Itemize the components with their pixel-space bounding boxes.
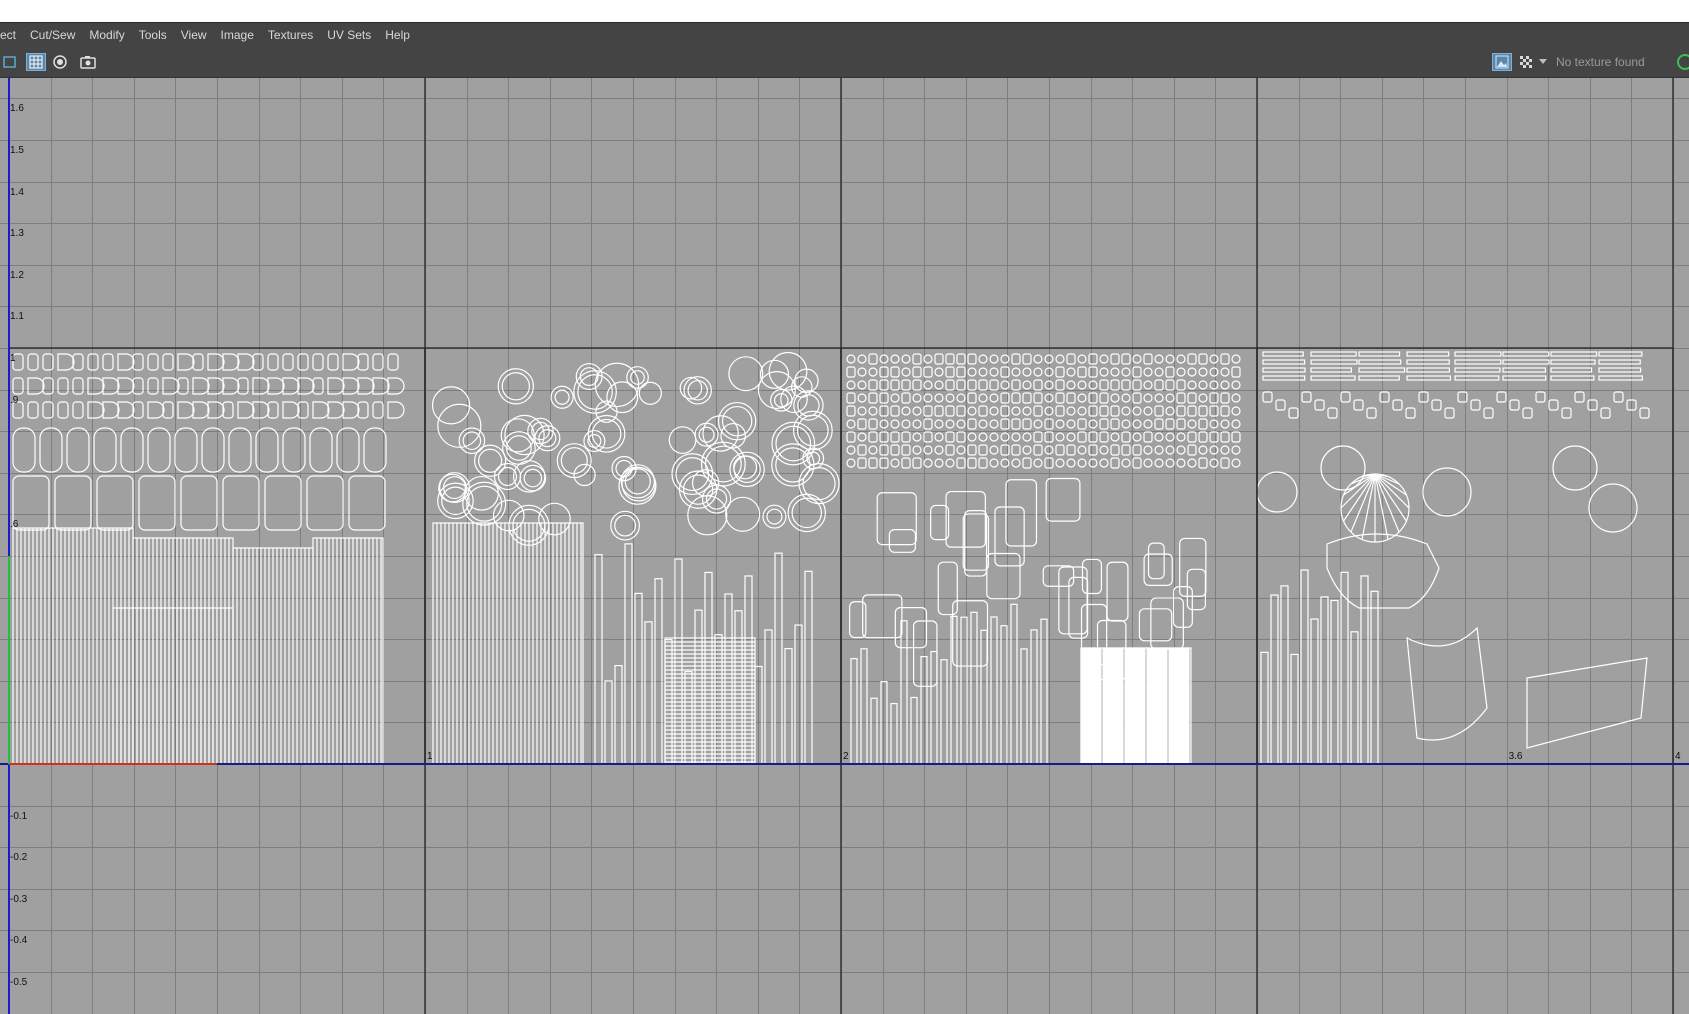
minor-grid [0, 78, 1689, 1014]
menu-view[interactable]: View [174, 23, 214, 47]
v-axis-label: -0.2 [10, 852, 28, 864]
v-axis-label: 1 [10, 353, 16, 364]
u-axis-label: 4 [1675, 751, 1681, 762]
uv-editor-viewport[interactable]: 1.6 1.5 1.4 1.3 1.2 1.1 1 .9 .6 -0.1 -0.2 -0.3 -0.4 -… [0, 78, 1689, 1014]
texture-status: No texture found [1556, 55, 1645, 69]
menu-bar: ect Cut/Sew Modify Tools View Image Textures UV… [0, 22, 1689, 46]
udim-1001-shells [12, 353, 405, 765]
uv-select-icon[interactable] [0, 53, 20, 71]
toolbar: No texture found [0, 46, 1689, 78]
image-display-icon[interactable] [1492, 53, 1512, 71]
menu-image[interactable]: Image [214, 23, 261, 47]
menu-tools[interactable]: Tools [132, 23, 174, 47]
v-axis-label: 1.3 [10, 228, 24, 240]
menu-help[interactable]: Help [378, 23, 417, 47]
u-axis-label: 3.6 [1508, 751, 1523, 762]
udim-1002-shells [431, 351, 840, 765]
menu-textures[interactable]: Textures [261, 23, 320, 47]
menu-ect[interactable]: ect [0, 23, 23, 47]
shaded-uv-icon[interactable] [50, 53, 70, 71]
v-axis-label: 1.2 [10, 269, 24, 281]
v-axis-label: -0.4 [10, 935, 28, 947]
u-axis-label: 1 [427, 751, 433, 762]
v-axis-label: 1.6 [10, 103, 24, 115]
dropdown-arrow-icon[interactable] [1536, 53, 1550, 71]
grid-icon[interactable] [26, 53, 46, 71]
menu-modify[interactable]: Modify [82, 23, 131, 47]
globe-icon[interactable] [1676, 53, 1689, 71]
v-axis-label: -0.3 [10, 893, 28, 905]
uv-grid [0, 78, 1689, 1014]
checker-icon[interactable] [1516, 53, 1536, 71]
v-axis-label: .9 [10, 394, 19, 406]
v-axis-label: .6 [10, 519, 19, 531]
menu-cut-sew[interactable]: Cut/Sew [23, 23, 82, 47]
v-axis-label: 1.1 [10, 311, 24, 323]
snapshot-icon[interactable] [78, 53, 98, 71]
title-area [0, 0, 1689, 22]
v-axis-label: 1.5 [10, 145, 24, 156]
v-axis-label: -0.5 [10, 977, 28, 988]
udim-1003-shells [846, 353, 1241, 765]
v-axis-label: -0.1 [10, 810, 28, 822]
u-axis-label: 2 [843, 751, 849, 762]
v-axis-label: 1.4 [10, 186, 24, 198]
menu-uv-sets[interactable]: UV Sets [320, 23, 378, 47]
